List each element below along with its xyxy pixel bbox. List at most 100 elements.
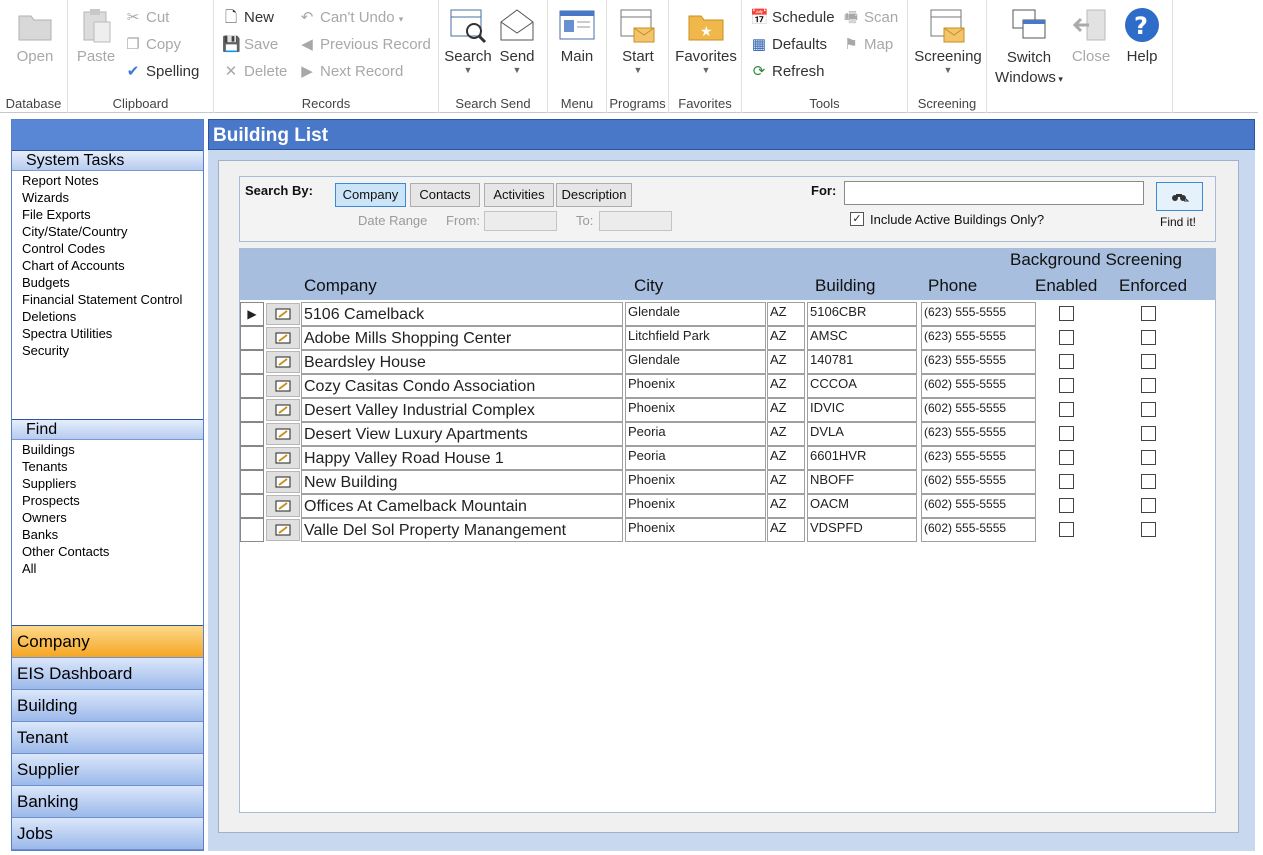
enforced-checkbox[interactable] xyxy=(1141,426,1156,441)
cell-phone[interactable]: (623) 555-5555 xyxy=(921,446,1036,470)
cell-phone[interactable]: (623) 555-5555 xyxy=(921,302,1036,326)
start-button[interactable]: Start ▼ xyxy=(615,6,661,75)
cell-phone[interactable]: (602) 555-5555 xyxy=(921,398,1036,422)
cell-company[interactable]: New Building xyxy=(301,470,623,494)
enforced-checkbox[interactable] xyxy=(1141,402,1156,417)
cell-state[interactable]: AZ xyxy=(767,398,805,422)
nav-button-eis-dashboard[interactable]: EIS Dashboard xyxy=(12,658,203,690)
edit-record-button[interactable] xyxy=(266,519,300,541)
find-it-button[interactable] xyxy=(1156,182,1203,211)
cell-building[interactable]: 140781 xyxy=(807,350,917,374)
column-header-enabled[interactable]: Enabled xyxy=(1035,276,1097,296)
enabled-checkbox[interactable] xyxy=(1059,378,1074,393)
column-header-phone[interactable]: Phone xyxy=(928,276,977,296)
table-row[interactable]: Cozy Casitas Condo Association Phoenix AZ C… xyxy=(240,374,1215,398)
enabled-checkbox[interactable] xyxy=(1059,354,1074,369)
table-row[interactable]: Desert View Luxury Apartments Peoria AZ DVL… xyxy=(240,422,1215,446)
enforced-checkbox[interactable] xyxy=(1141,450,1156,465)
nav-button-building[interactable]: Building xyxy=(12,690,203,722)
to-date-field[interactable] xyxy=(599,211,672,231)
column-header-city[interactable]: City xyxy=(634,276,663,296)
cell-city[interactable]: Glendale xyxy=(625,350,766,374)
row-selector[interactable] xyxy=(240,350,264,374)
cell-company[interactable]: Desert View Luxury Apartments xyxy=(301,422,623,446)
delete-button[interactable]: ✕ Delete xyxy=(222,61,288,83)
favorites-button[interactable]: ★ Favorites ▼ xyxy=(675,6,737,75)
search-button[interactable]: Search ▼ xyxy=(444,6,492,75)
column-header-building[interactable]: Building xyxy=(815,276,876,296)
column-header-company[interactable]: Company xyxy=(304,276,377,296)
system-tasks-header[interactable]: System Tasks xyxy=(12,151,203,171)
table-row[interactable]: Offices At Camelback Mountain Phoenix AZ OA… xyxy=(240,494,1215,518)
defaults-button[interactable]: ▦ Defaults xyxy=(750,34,827,56)
cell-company[interactable]: Cozy Casitas Condo Association xyxy=(301,374,623,398)
cell-building[interactable]: AMSC xyxy=(807,326,917,350)
row-selector[interactable] xyxy=(240,374,264,398)
table-row[interactable]: ▶ 5106 Camelback Glendale AZ 5106CBR (623) 55… xyxy=(240,302,1215,326)
cell-state[interactable]: AZ xyxy=(767,494,805,518)
edit-record-button[interactable] xyxy=(266,399,300,421)
paste-button[interactable]: Paste xyxy=(74,6,118,65)
cell-state[interactable]: AZ xyxy=(767,470,805,494)
cell-city[interactable]: Peoria xyxy=(625,422,766,446)
row-selector[interactable] xyxy=(240,398,264,422)
cell-phone[interactable]: (602) 555-5555 xyxy=(921,518,1036,542)
send-button[interactable]: Send ▼ xyxy=(495,6,539,75)
system-task-item[interactable]: Report Notes xyxy=(22,172,203,189)
system-task-item[interactable]: File Exports xyxy=(22,206,203,223)
edit-record-button[interactable] xyxy=(266,471,300,493)
find-item[interactable]: Banks xyxy=(22,526,203,543)
main-menu-button[interactable]: Main xyxy=(556,6,598,65)
cell-city[interactable]: Phoenix xyxy=(625,518,766,542)
enabled-checkbox[interactable] xyxy=(1059,306,1074,321)
table-row[interactable]: New Building Phoenix AZ NBOFF (602) 555-5555 xyxy=(240,470,1215,494)
system-task-item[interactable]: Deletions xyxy=(22,308,203,325)
help-button[interactable]: ? Help xyxy=(1119,6,1165,65)
save-button[interactable]: 💾 Save xyxy=(222,34,278,56)
cut-button[interactable]: ✂ Cut xyxy=(124,7,170,29)
row-selector[interactable] xyxy=(240,518,264,542)
cell-building[interactable]: VDSPFD xyxy=(807,518,917,542)
undo-button[interactable]: ↶ Can't Undo ▾ xyxy=(298,7,404,29)
cell-company[interactable]: Desert Valley Industrial Complex xyxy=(301,398,623,422)
cell-building[interactable]: OACM xyxy=(807,494,917,518)
find-item[interactable]: All xyxy=(22,560,203,577)
cell-phone[interactable]: (602) 555-5555 xyxy=(921,470,1036,494)
row-selector[interactable] xyxy=(240,326,264,350)
enforced-checkbox[interactable] xyxy=(1141,354,1156,369)
enabled-checkbox[interactable] xyxy=(1059,402,1074,417)
edit-record-button[interactable] xyxy=(266,495,300,517)
column-header-enforced[interactable]: Enforced xyxy=(1119,276,1187,296)
cell-phone[interactable]: (602) 555-5555 xyxy=(921,494,1036,518)
refresh-button[interactable]: ⟳ Refresh xyxy=(750,61,825,83)
system-task-item[interactable]: Security xyxy=(22,342,203,359)
cell-company[interactable]: Adobe Mills Shopping Center xyxy=(301,326,623,350)
cell-company[interactable]: 5106 Camelback xyxy=(301,302,623,326)
search-by-activities-button[interactable]: Activities xyxy=(484,183,554,207)
cell-company[interactable]: Beardsley House xyxy=(301,350,623,374)
open-button[interactable]: Open xyxy=(10,6,60,65)
system-task-item[interactable]: Budgets xyxy=(22,274,203,291)
system-task-item[interactable]: Control Codes xyxy=(22,240,203,257)
nav-button-supplier[interactable]: Supplier xyxy=(12,754,203,786)
row-selector[interactable] xyxy=(240,470,264,494)
nav-button-jobs[interactable]: Jobs xyxy=(12,818,203,850)
cell-state[interactable]: AZ xyxy=(767,374,805,398)
search-by-company-button[interactable]: Company xyxy=(335,183,406,207)
system-task-item[interactable]: Chart of Accounts xyxy=(22,257,203,274)
enabled-checkbox[interactable] xyxy=(1059,426,1074,441)
row-selector[interactable] xyxy=(240,494,264,518)
edit-record-button[interactable] xyxy=(266,447,300,469)
system-task-item[interactable]: City/State/Country xyxy=(22,223,203,240)
map-button[interactable]: ⚑ Map xyxy=(842,34,893,56)
edit-record-button[interactable] xyxy=(266,423,300,445)
row-selector[interactable]: ▶ xyxy=(240,302,264,326)
enabled-checkbox[interactable] xyxy=(1059,498,1074,513)
enforced-checkbox[interactable] xyxy=(1141,378,1156,393)
screening-button[interactable]: Screening ▼ xyxy=(912,6,984,75)
row-selector[interactable] xyxy=(240,422,264,446)
cell-state[interactable]: AZ xyxy=(767,422,805,446)
find-item[interactable]: Other Contacts xyxy=(22,543,203,560)
nav-button-tenant[interactable]: Tenant xyxy=(12,722,203,754)
system-task-item[interactable]: Financial Statement Control xyxy=(22,291,203,308)
